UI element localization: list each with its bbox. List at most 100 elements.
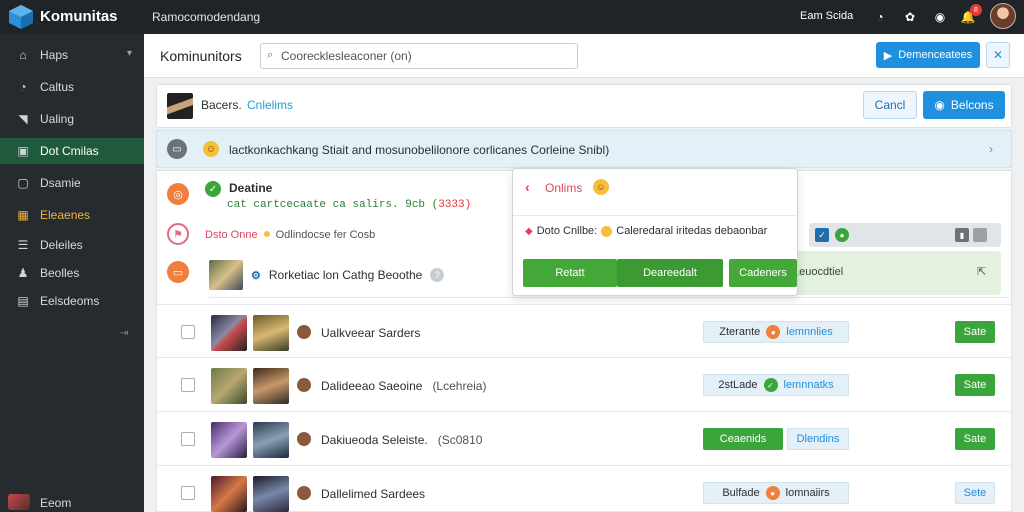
sidebar-item-dot-cmilas[interactable]: ▣ Dot Cmilas — [0, 138, 144, 164]
sidebar-item-label: Dot Cmilas — [40, 144, 99, 158]
back-arrow-icon[interactable]: ‹ — [525, 179, 530, 195]
table-row[interactable]: Dallelimed Sardees Bulfade ● lomnaiirs S… — [156, 466, 1012, 512]
alert-icon: ⚑ — [167, 223, 189, 245]
sidebar-item-label: Haps — [40, 48, 69, 62]
confirm-button[interactable]: ◉ Belcons — [923, 91, 1005, 119]
alert-line: Dsto Onne Odlindocse fer Cosb — [205, 229, 375, 241]
help-icon[interactable]: ? — [430, 268, 445, 282]
status-pill[interactable]: Bulfade ● lomnaiirs — [703, 482, 849, 504]
check-icon: ✓ — [205, 181, 221, 197]
popup-button-1[interactable]: Retatt — [523, 259, 617, 287]
sidebar-item-haps[interactable]: ⌂ Haps ▾ — [0, 42, 144, 68]
gamepad-icon: ⚙ — [251, 269, 261, 282]
grid-icon: ▦ — [17, 208, 29, 222]
user-status[interactable]: Cnlelims — [247, 98, 293, 112]
row-checkbox[interactable] — [181, 432, 195, 446]
smiley-icon: ☺ — [593, 179, 609, 195]
user-card: Bacers. Cnlelims Cancl ◉ Belcons — [156, 84, 1012, 128]
sidebar-item-deleiles[interactable]: ☰ Deleiles — [0, 232, 144, 258]
popup-button-2[interactable]: Deareedalt — [617, 259, 723, 287]
game-thumbnail — [209, 260, 243, 290]
top-user-name[interactable]: Eam Scida — [800, 10, 853, 22]
sidebar-item-ualing[interactable]: ◥ Ualing — [0, 106, 144, 132]
cube-icon: ▣ — [17, 144, 29, 158]
sidebar-item-caltus[interactable]: ◔ Caltus — [0, 74, 144, 100]
help-icon[interactable]: ◉ — [930, 7, 950, 27]
game-thumbnail — [253, 422, 289, 458]
table-row[interactable]: Dalideeao Saeoine (Lcehreia) 2stLade ✓ l… — [156, 358, 1012, 412]
clock-icon[interactable]: ◔ — [870, 7, 890, 27]
primary-action-button[interactable]: ▶ Demenceatees — [876, 42, 980, 68]
chevron-down-icon[interactable]: ▾ — [127, 48, 132, 59]
avatar[interactable] — [990, 3, 1016, 29]
settings-icon[interactable]: ✿ — [900, 7, 920, 27]
feed-title: Deatine — [229, 181, 273, 195]
alert-text: Odlindocse fer Cosb — [275, 229, 376, 241]
status-dot-icon: ● — [766, 325, 781, 339]
row-action-button[interactable]: Sete — [955, 482, 995, 504]
sidebar-item-eleaenes[interactable]: ▦ Eleaenes — [0, 202, 144, 228]
popup-button-3[interactable]: Cadeners — [729, 259, 797, 287]
feed-code-line: cat cartcecaate ca salirs. 9cb (3333) — [227, 199, 472, 211]
user-mini-avatar — [297, 378, 311, 392]
user-mini-avatar — [297, 432, 311, 446]
popup-title: Onlims — [545, 181, 583, 195]
popup-detail-label: Doto Cnllbe: — [536, 225, 598, 237]
status-pill[interactable]: Zterante ● lemnnlies — [703, 321, 849, 343]
game-text: Rorketiac lon Cathg Beoothe — [268, 268, 423, 282]
table-row[interactable]: Dakiueoda Seleiste. (Sc0810 Ceaenids Dle… — [156, 412, 1012, 466]
sidebar-item-label: Deleiles — [40, 238, 83, 252]
sidebar: ⌂ Haps ▾ ◔ Caltus ◥ Ualing ▣ Dot Cmilas … — [0, 34, 144, 512]
bell-icon[interactable]: 🔔 8 — [958, 4, 982, 27]
top-title: Ramocomodendang — [152, 10, 261, 24]
close-icon: ✕ — [992, 48, 1004, 62]
search-box[interactable]: ⌕ — [260, 43, 578, 69]
user-thumbnail — [167, 93, 193, 119]
notification-icon: ◎ — [167, 183, 189, 205]
status-pill[interactable]: 2stLade ✓ lemnnatks — [703, 374, 849, 396]
game-line[interactable]: ⚙ Rorketiac lon Cathg Beoothe ? — [209, 260, 445, 290]
cancel-button[interactable]: Cancl — [863, 91, 917, 119]
sidebar-item-label: Eleaenes — [40, 208, 91, 222]
close-button[interactable]: ✕ — [986, 42, 1010, 68]
status-pill-active[interactable]: Ceaenids — [703, 428, 783, 450]
sidebar-item-beolles[interactable]: ♟ Beolles — [0, 260, 144, 286]
row-checkbox[interactable] — [181, 378, 195, 392]
success-text: Leuocdtiel — [793, 266, 844, 278]
pin-icon: ◆ — [525, 225, 533, 237]
divider — [209, 297, 1009, 298]
row-name: Ualkveear Sarders — [321, 326, 421, 340]
row-checkbox[interactable] — [181, 325, 195, 339]
selection-strip: ✓ ● ▮ — [809, 223, 1001, 247]
game-thumbnail — [211, 476, 247, 512]
chevron-right-icon[interactable]: › — [989, 142, 993, 156]
user-mini-avatar — [297, 486, 311, 500]
sidebar-item-eeom[interactable]: Eeom — [0, 492, 144, 512]
arrow-icon[interactable]: ⇱ — [977, 265, 986, 278]
popup-buttons: Retatt Deareedalt Cadeners — [523, 259, 797, 287]
copy-icon[interactable]: ▮ — [955, 228, 969, 242]
table-row[interactable]: Ualkveear Sarders Zterante ● lemnnlies S… — [156, 304, 1012, 358]
check-icon: ✓ — [763, 378, 778, 392]
top-bar: Komunitas Ramocomodendang Eam Scida ◔ ✿ … — [0, 0, 1024, 34]
game-thumbnail — [253, 315, 289, 351]
search-input[interactable] — [281, 47, 571, 65]
info-banner[interactable]: ▭ ☺ lactkonkachkang Stiait and mosunobel… — [156, 130, 1012, 168]
logo-icon — [9, 5, 33, 29]
status-pill[interactable]: Dlendins — [787, 428, 849, 450]
row-action-button[interactable]: Sate — [955, 374, 995, 396]
collapse-icon[interactable]: ⇥ — [120, 328, 128, 339]
status-dot-icon: ● — [835, 228, 849, 242]
page-title: Kominunitors — [160, 48, 242, 64]
row-action-button[interactable]: Sate — [955, 321, 995, 343]
sidebar-item-dsamie[interactable]: ▢ Dsamie — [0, 170, 144, 196]
row-checkbox[interactable] — [181, 486, 195, 500]
square-icon[interactable] — [973, 228, 987, 242]
row-action-button[interactable]: Sate — [955, 428, 995, 450]
banner-text: lactkonkachkang Stiait and mosunobelilon… — [229, 143, 610, 157]
checkbox-checked-icon[interactable]: ✓ — [815, 228, 829, 242]
sidebar-item-eelsdeoms[interactable]: ▤ Eelsdeoms — [0, 288, 144, 314]
confirm-label: Belcons — [950, 98, 994, 112]
sidebar-item-label: Dsamie — [40, 176, 81, 190]
folder-icon: ▤ — [17, 294, 29, 308]
